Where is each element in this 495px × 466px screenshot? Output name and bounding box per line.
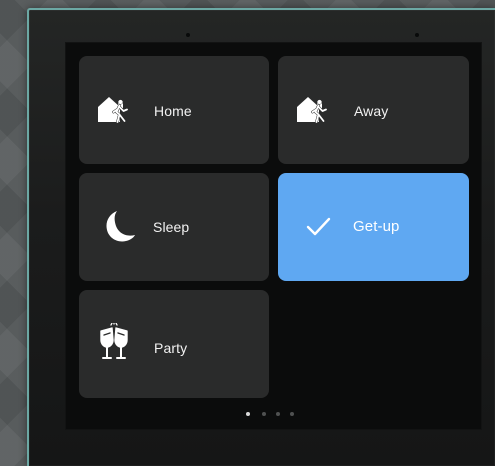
scene-home-label: Home xyxy=(154,103,192,119)
front-sensor-right xyxy=(415,33,419,37)
page-dot-4[interactable] xyxy=(290,412,294,416)
checkmark-icon xyxy=(306,217,331,236)
crescent-moon-icon xyxy=(106,211,135,242)
champagne-glasses-icon xyxy=(100,323,128,359)
page-dot-2[interactable] xyxy=(262,412,266,416)
scene-away-label: Away xyxy=(354,103,389,119)
scene-party-button[interactable]: Party xyxy=(79,290,269,398)
page-dot-3[interactable] xyxy=(276,412,280,416)
scene-getup-label: Get-up xyxy=(353,218,400,235)
scene-home-button[interactable]: Home xyxy=(79,56,269,164)
scene-sleep-button[interactable]: Sleep xyxy=(79,173,269,281)
page-indicator[interactable] xyxy=(244,410,304,418)
scene-away-button[interactable]: Away xyxy=(278,56,469,164)
front-sensor-left xyxy=(186,33,190,37)
scene-party-label: Party xyxy=(154,340,188,356)
house-walking-person-icon xyxy=(297,97,328,124)
page-dot-1[interactable] xyxy=(246,412,250,416)
scene-getup-button[interactable]: Get-up xyxy=(278,173,469,281)
scene-sleep-label: Sleep xyxy=(153,219,190,235)
wall-background: Home Away Sleep Get-up Party xyxy=(0,0,495,466)
house-walking-person-icon xyxy=(98,97,129,124)
